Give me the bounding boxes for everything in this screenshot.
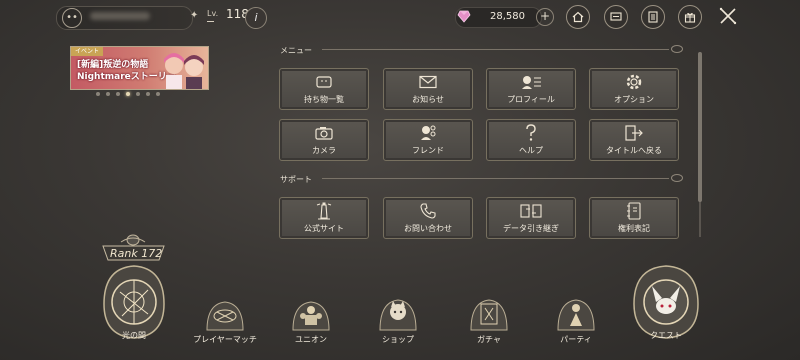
banner-dot[interactable] xyxy=(106,92,110,96)
present-button[interactable] xyxy=(678,5,702,29)
banner-pagination xyxy=(96,92,160,96)
gacha-icon xyxy=(470,299,508,331)
rank-label: Rank 172 xyxy=(110,247,163,260)
nav-label: プレイヤーマッチ xyxy=(193,335,257,344)
banner-dot[interactable] xyxy=(146,92,150,96)
menu-tile-return-title[interactable]: タイトルへ戻る xyxy=(589,119,679,161)
transfer-icon xyxy=(520,204,542,218)
banner-dot[interactable] xyxy=(136,92,140,96)
banner-dot-active[interactable] xyxy=(126,92,130,96)
union-icon xyxy=(292,301,330,331)
support-tile-label: 公式サイト xyxy=(304,224,344,233)
support-tile-label: お問い合わせ xyxy=(404,224,452,233)
party-icon xyxy=(557,299,595,331)
menu-tile-label: タイトルへ戻る xyxy=(606,146,662,155)
menu-tile-label: 持ち物一覧 xyxy=(304,95,344,104)
menu-tile-friend[interactable]: フレンド xyxy=(383,119,473,161)
support-section-title: サポート xyxy=(280,175,312,184)
nav-gacha[interactable]: ガチャ xyxy=(461,296,517,360)
support-tile-contact[interactable]: お問い合わせ xyxy=(383,197,473,239)
gem-count: 28,580 xyxy=(490,11,525,22)
event-banner[interactable]: イベント [新編]叛逆の物語 Nightmareストーリー xyxy=(70,46,209,90)
phone-icon xyxy=(420,203,436,219)
menu-tile-inventory[interactable]: 持ち物一覧 xyxy=(279,68,369,110)
menu-tile-label: フレンド xyxy=(412,146,444,155)
nav-party[interactable]: パーティ xyxy=(548,296,604,360)
home-icon xyxy=(572,11,584,23)
player-name-blurred xyxy=(90,12,150,20)
banner-dot[interactable] xyxy=(156,92,160,96)
section-ornament xyxy=(671,45,683,53)
shop-icon xyxy=(379,299,417,331)
menu-tile-label: プロフィール xyxy=(507,95,555,104)
event-characters-illustration xyxy=(164,53,204,89)
menu-tile-profile[interactable]: プロフィール xyxy=(486,68,576,110)
nav-label: ガチャ xyxy=(477,335,501,344)
question-icon xyxy=(526,124,536,141)
support-tile-data-transfer[interactable]: データ引き継ぎ xyxy=(486,197,576,239)
chat-button[interactable] xyxy=(604,5,628,29)
nav-label: クエスト xyxy=(650,331,682,340)
scrollbar-thumb[interactable] xyxy=(698,52,702,202)
gear-icon xyxy=(626,74,642,90)
nav-label: ショップ xyxy=(382,335,414,344)
mail-icon xyxy=(419,75,437,89)
support-tile-rights[interactable]: 権利表記 xyxy=(589,197,679,239)
support-tile-official-site[interactable]: 公式サイト xyxy=(279,197,369,239)
nav-union[interactable]: ユニオン xyxy=(283,298,339,360)
nav-label: パーティ xyxy=(560,335,592,344)
sparkle-icon: ✦ xyxy=(190,10,199,21)
close-icon[interactable] xyxy=(718,6,738,26)
nav-player-match[interactable]: プレイヤーマッチ xyxy=(185,298,265,360)
support-tile-label: 権利表記 xyxy=(618,224,650,233)
menu-tile-camera[interactable]: カメラ xyxy=(279,119,369,161)
menu-tile-label: カメラ xyxy=(312,146,336,155)
player-match-icon xyxy=(206,301,244,331)
camera-icon xyxy=(315,127,333,140)
notebook-icon xyxy=(627,202,641,220)
lighthouse-icon xyxy=(316,202,332,220)
nav-quest[interactable]: クエスト xyxy=(628,262,704,360)
nav-label: ユニオン xyxy=(295,335,327,344)
section-divider xyxy=(322,49,669,50)
nav-hall-of-light[interactable]: 光の間 xyxy=(98,262,170,360)
menu-tile-news[interactable]: お知らせ xyxy=(383,68,473,110)
inventory-icon xyxy=(316,76,332,88)
menu-tile-help[interactable]: ヘルプ xyxy=(486,119,576,161)
profile-icon xyxy=(522,76,541,89)
menu-tile-label: ヘルプ xyxy=(519,146,543,155)
gift-icon xyxy=(684,12,696,23)
add-gems-button[interactable]: + xyxy=(536,8,554,26)
info-button[interactable]: i xyxy=(245,7,267,29)
event-tag: イベント xyxy=(71,47,104,56)
friend-icon xyxy=(421,125,436,140)
gem-icon xyxy=(457,10,471,23)
level-label: Lv. xyxy=(207,9,219,18)
chat-icon xyxy=(610,12,622,21)
support-tile-label: データ引き継ぎ xyxy=(503,224,559,233)
section-ornament xyxy=(671,174,683,182)
hall-of-light-medallion-icon xyxy=(103,265,165,339)
section-divider xyxy=(322,178,669,179)
exit-icon xyxy=(625,125,643,141)
menu-tile-options[interactable]: オプション xyxy=(589,68,679,110)
mission-button[interactable] xyxy=(641,5,665,29)
banner-dot[interactable] xyxy=(96,92,100,96)
player-avatar-icon[interactable]: •• xyxy=(62,8,82,28)
banner-dot[interactable] xyxy=(116,92,120,96)
nav-shop[interactable]: ショップ xyxy=(370,296,426,360)
home-button[interactable] xyxy=(566,5,590,29)
menu-tile-label: オプション xyxy=(614,95,654,104)
list-icon xyxy=(648,11,658,23)
quest-medallion-icon xyxy=(633,265,699,339)
menu-section-title: メニュー xyxy=(280,46,312,55)
level-underline xyxy=(207,21,214,22)
menu-tile-label: お知らせ xyxy=(412,95,444,104)
nav-label: 光の間 xyxy=(122,331,146,340)
